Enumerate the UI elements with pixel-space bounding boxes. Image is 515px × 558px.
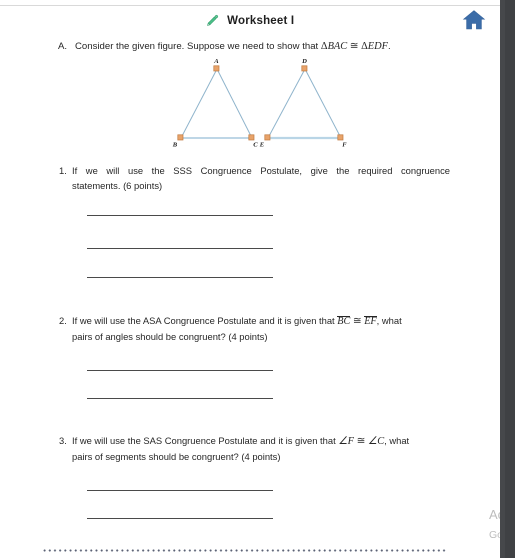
question-2-text-b: , what [376, 315, 402, 326]
question-3-text-a: If we will use the SAS Congruence Postul… [72, 435, 339, 446]
segment-ef: EF [364, 316, 377, 327]
bottom-dotted-rule [42, 549, 448, 552]
congruence-symbol-q3: ≅ [353, 436, 368, 447]
triangle-abc: A B C [172, 58, 259, 149]
svg-text:E: E [259, 142, 265, 149]
angle-c: ∠C [367, 436, 385, 447]
question-3-text-b: , what [384, 435, 410, 446]
question-3-number: 3. [59, 435, 67, 446]
question-1: 1. If we will use the SSS Congruence Pos… [59, 164, 450, 193]
triangle-symbol-2: Δ [361, 41, 368, 52]
question-2-body: If we will use the ASA Congruence Postul… [72, 314, 450, 345]
worksheet-page: • • Worksheet I A.Consider the given fig [0, 0, 515, 558]
question-3: 3. If we will use the SAS Congruence Pos… [59, 434, 450, 465]
svg-text:A: A [213, 58, 219, 65]
right-edge-strip [500, 0, 515, 558]
question-2: 2. If we will use the ASA Congruence Pos… [59, 314, 450, 345]
right-edge-strip-inner [500, 0, 505, 558]
question-1-body: If we will use the SSS Congruence Postul… [72, 164, 450, 193]
section-a-prompt: A. Consider the given figure. Suppose we … [58, 40, 458, 54]
question-1-number: 1. [59, 165, 67, 176]
question-2-line2: pairs of angles should be congruent? (4 … [72, 331, 268, 343]
section-a-text-before: Consider the given figure. Suppose we ne… [75, 41, 321, 52]
section-a-marker: A. [58, 41, 68, 52]
svg-text:D: D [301, 58, 307, 65]
question-3-line1: If we will use the SAS Congruence Postul… [72, 434, 450, 450]
question-3-line2: pairs of segments should be congruent? (… [72, 451, 281, 463]
segment-bc: BC [337, 316, 351, 327]
svg-text:C: C [253, 142, 258, 149]
answer-line-1-3[interactable] [87, 277, 273, 278]
question-3-body: If we will use the SAS Congruence Postul… [72, 434, 450, 465]
triangle-label-edf: EDF [367, 41, 388, 52]
question-2-number: 2. [59, 315, 67, 326]
answer-line-1-2[interactable] [87, 248, 273, 249]
section-a-text-after: . [387, 41, 391, 52]
angle-f: ∠F [338, 436, 354, 447]
two-congruent-triangles-figure: A B C D E F [160, 58, 360, 150]
question-1-line1: If we will use the SSS Congruence Postul… [72, 165, 450, 176]
answer-line-3-2[interactable] [87, 518, 273, 519]
worksheet-content: A. Consider the given figure. Suppose we … [0, 0, 500, 558]
answer-line-2-2[interactable] [87, 398, 273, 399]
svg-text:F: F [342, 142, 347, 149]
triangle-symbol-1: Δ [320, 41, 328, 52]
question-2-text-a: If we will use the ASA Congruence Postul… [72, 315, 338, 326]
question-2-line1: If we will use the ASA Congruence Postul… [72, 314, 450, 330]
answer-line-2-1[interactable] [87, 370, 273, 371]
triangle-label-bac: BAC [327, 41, 348, 52]
svg-text:B: B [172, 142, 178, 149]
congruence-symbol-q2: ≅ [350, 316, 365, 327]
answer-line-3-1[interactable] [87, 490, 273, 491]
answer-line-1-1[interactable] [87, 215, 273, 216]
congruence-symbol-a: ≅ [347, 41, 362, 52]
question-1-line2: statements. (6 points) [72, 179, 163, 191]
triangle-def: D E F [259, 58, 348, 149]
